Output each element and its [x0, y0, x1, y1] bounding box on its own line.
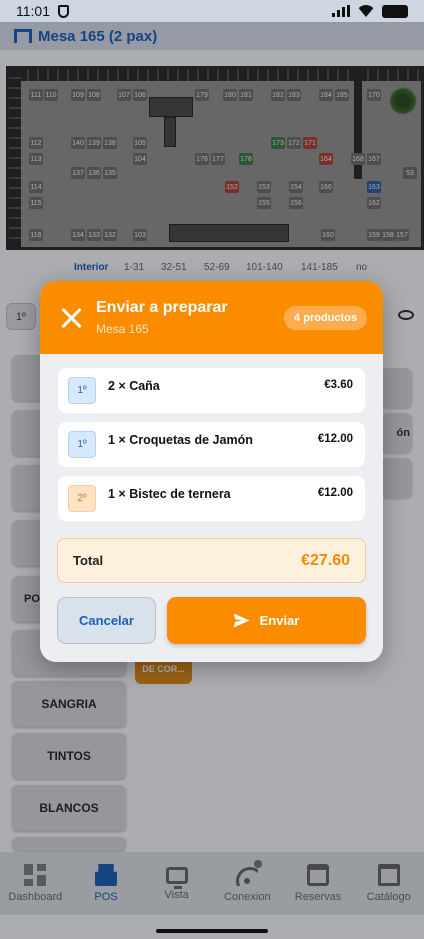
dialog-title: Enviar a preparar — [96, 299, 228, 316]
status-bar: 11:01 — [0, 0, 424, 22]
course-badge: 2º — [68, 485, 96, 512]
order-item: 1º 1 × Croquetas de Jamón €12.00 — [58, 422, 365, 467]
shield-icon — [58, 4, 69, 18]
item-price: €12.00 — [317, 433, 353, 445]
order-item: 1º 2 × Caña €3.60 — [58, 368, 365, 413]
item-price: €3.60 — [324, 379, 353, 391]
total-row: Total €27.60 — [57, 538, 366, 583]
total-value: €27.60 — [301, 551, 350, 569]
cancel-button[interactable]: Cancelar — [57, 597, 156, 644]
status-time: 11:01 — [16, 3, 50, 19]
total-label: Total — [73, 553, 104, 568]
send-icon — [233, 613, 250, 628]
item-name: 2 × Caña — [108, 379, 160, 393]
product-count-badge: 4 productos — [284, 305, 367, 330]
course-badge: 1º — [68, 431, 96, 458]
course-badge: 1º — [68, 377, 96, 404]
gesture-bar[interactable] — [156, 929, 268, 933]
wifi-status-icon — [358, 5, 374, 17]
send-to-kitchen-dialog: Enviar a preparar Mesa 165 4 productos 1… — [40, 281, 383, 662]
dialog-subtitle: Mesa 165 — [96, 322, 149, 336]
item-price: €12.00 — [317, 487, 353, 499]
item-name: 1 × Bistec de ternera — [108, 487, 231, 501]
dialog-header: Enviar a preparar Mesa 165 4 productos — [40, 281, 383, 354]
utensils-icon — [60, 307, 82, 329]
item-name: 1 × Croquetas de Jamón — [108, 433, 253, 447]
send-button[interactable]: Enviar — [167, 597, 366, 644]
battery-icon — [382, 4, 408, 18]
signal-icon — [332, 5, 350, 17]
order-item: 2º 1 × Bistec de ternera €12.00 — [58, 476, 365, 521]
send-label: Enviar — [259, 613, 300, 628]
